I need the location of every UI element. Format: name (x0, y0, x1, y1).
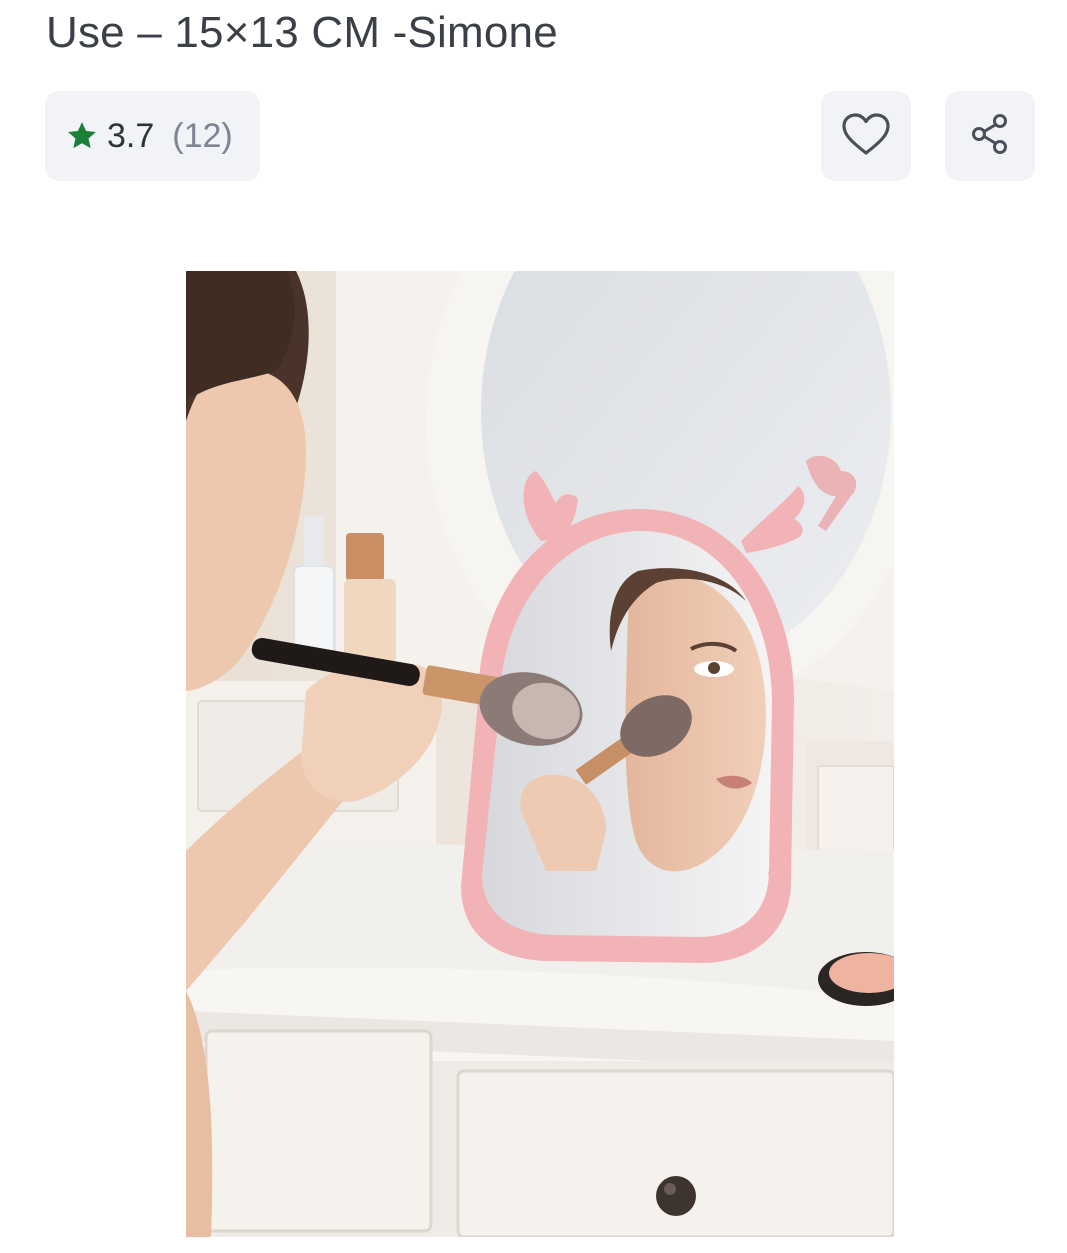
heart-outline-icon (840, 111, 892, 162)
product-title: Use – 15×13 CM -Simone (46, 8, 558, 57)
rating-chip[interactable]: 3.7 (12) (45, 91, 260, 181)
product-page: Use – 15×13 CM -Simone 3.7 (12) (0, 0, 1067, 1253)
product-image[interactable] (186, 271, 894, 1237)
share-button[interactable] (945, 91, 1035, 181)
star-icon (65, 119, 99, 153)
share-icon (967, 111, 1013, 162)
rating-count: (12) (172, 116, 233, 155)
wishlist-button[interactable] (821, 91, 911, 181)
rating-value: 3.7 (107, 116, 155, 155)
